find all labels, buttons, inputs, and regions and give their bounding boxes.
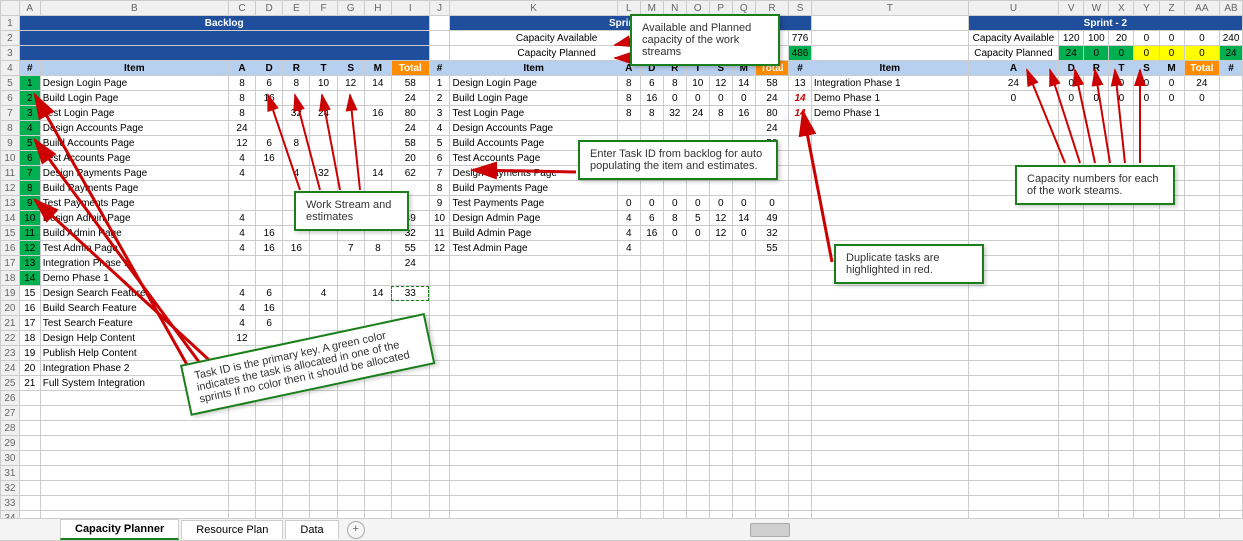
col-F[interactable]: F <box>310 1 337 16</box>
col-S[interactable]: S <box>789 1 812 16</box>
sprint2-title[interactable]: Sprint - 2 <box>968 16 1242 31</box>
col-T[interactable]: T <box>811 1 968 16</box>
add-sheet-button[interactable]: + <box>347 521 365 539</box>
col-D[interactable]: D <box>256 1 283 16</box>
col-Y[interactable]: Y <box>1134 1 1159 16</box>
tab-data[interactable]: Data <box>285 520 338 539</box>
backlog-title[interactable]: Backlog <box>19 16 429 31</box>
s2-capplan[interactable]: Capacity Planned <box>968 46 1058 61</box>
col-I[interactable]: I <box>391 1 429 16</box>
col-A[interactable]: A <box>19 1 40 16</box>
col-Z[interactable]: Z <box>1159 1 1184 16</box>
callout-workstream: Work Stream and estimates <box>294 191 409 231</box>
callout-capacity: Available and Planned capacity of the wo… <box>630 14 780 66</box>
column-header-row: ABCDEFGHIJKLMNOPQRSTUVWXYZAAAB <box>1 1 1243 16</box>
hscroll-thumb[interactable] <box>750 523 790 537</box>
col-B[interactable]: B <box>40 1 228 16</box>
col-U[interactable]: U <box>968 1 1058 16</box>
col-AB[interactable]: AB <box>1220 1 1243 16</box>
col-V[interactable]: V <box>1059 1 1084 16</box>
callout-duplicate: Duplicate tasks are highlighted in red. <box>834 244 984 284</box>
callout-capnums: Capacity numbers for each of the work st… <box>1015 165 1175 205</box>
tab-capacity-planner[interactable]: Capacity Planner <box>60 519 179 540</box>
col-K[interactable]: K <box>450 1 617 16</box>
sheet-tabs: Capacity Planner Resource Plan Data + <box>0 518 1243 540</box>
tab-resource-plan[interactable]: Resource Plan <box>181 520 283 539</box>
col-J[interactable]: J <box>429 1 450 16</box>
spreadsheet-grid[interactable]: ABCDEFGHIJKLMNOPQRSTUVWXYZAAAB 1BacklogS… <box>0 0 1243 541</box>
col-AA[interactable]: AA <box>1184 1 1220 16</box>
corner-cell <box>1 1 20 16</box>
col-G[interactable]: G <box>337 1 364 16</box>
col-C[interactable]: C <box>228 1 255 16</box>
col-X[interactable]: X <box>1109 1 1134 16</box>
callout-taskid: Enter Task ID from backlog for auto popu… <box>578 140 778 180</box>
col-W[interactable]: W <box>1084 1 1109 16</box>
s2-capavail[interactable]: Capacity Available <box>968 31 1058 46</box>
col-E[interactable]: E <box>283 1 310 16</box>
col-H[interactable]: H <box>364 1 391 16</box>
